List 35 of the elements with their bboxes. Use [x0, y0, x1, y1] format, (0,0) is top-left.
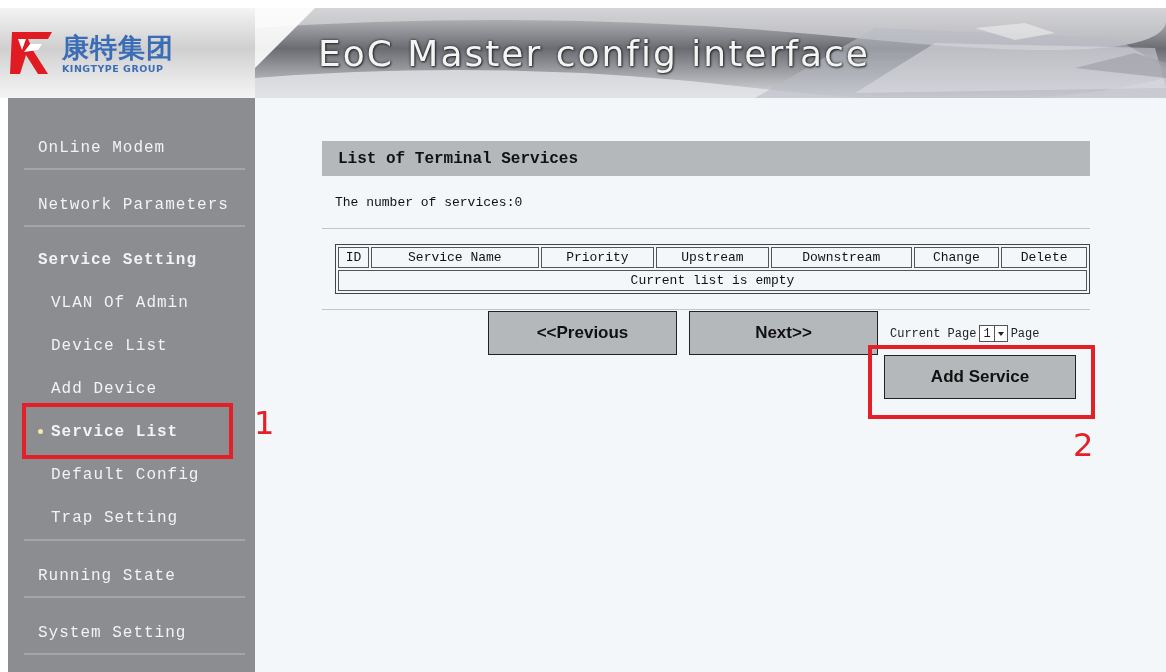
page-label: Page [1010, 326, 1040, 341]
sidebar-subitem[interactable]: Service List [24, 410, 245, 453]
column-header: Priority [540, 247, 654, 268]
bullet-icon [38, 429, 43, 434]
add-service-button[interactable]: Add Service [884, 355, 1076, 399]
step-number: 1 [254, 406, 275, 440]
sidebar-item[interactable]: Service Setting [24, 227, 245, 281]
service-count: The number of services:0 [334, 194, 524, 212]
logo-icon [8, 30, 54, 76]
company-subtitle: KINGTYPE GROUP [62, 62, 165, 74]
column-header: Change [913, 247, 1000, 268]
sidebar-subitem[interactable]: VLAN Of Admin [24, 281, 245, 324]
sidebar-item[interactable]: Network Parameters [24, 170, 245, 225]
panel-title: List of Terminal Services [322, 141, 1090, 176]
sidebar-item[interactable]: System Setting [24, 598, 245, 653]
sidebar-subitem[interactable]: Default Config [24, 453, 245, 496]
sidebar-subitem[interactable]: Trap Setting [24, 496, 245, 539]
page-label: Current Page [890, 326, 977, 341]
page-select[interactable]: 1 [979, 325, 1008, 342]
banner-title: EoC Master config interface [318, 32, 870, 74]
previous-button[interactable]: <<Previous [488, 311, 677, 355]
dropdown-icon [993, 326, 1007, 341]
sidebar-item[interactable]: OnLine Modem [24, 113, 245, 168]
next-button[interactable]: Next>> [689, 311, 878, 355]
company-name: 康特集团 [62, 32, 174, 63]
empty-message: Current list is empty [338, 270, 1087, 291]
column-header: Service Name [370, 247, 539, 268]
sidebar-subitem[interactable]: Add Device [24, 367, 245, 410]
column-header: Delete [1001, 247, 1087, 268]
column-header: Upstream [655, 247, 770, 268]
sidebar-subitem[interactable]: Device List [24, 324, 245, 367]
sidebar-item[interactable]: Running State [24, 541, 245, 596]
column-header: ID [338, 247, 369, 268]
column-header: Downstream [771, 247, 912, 268]
step-number: 2 [1073, 428, 1094, 462]
